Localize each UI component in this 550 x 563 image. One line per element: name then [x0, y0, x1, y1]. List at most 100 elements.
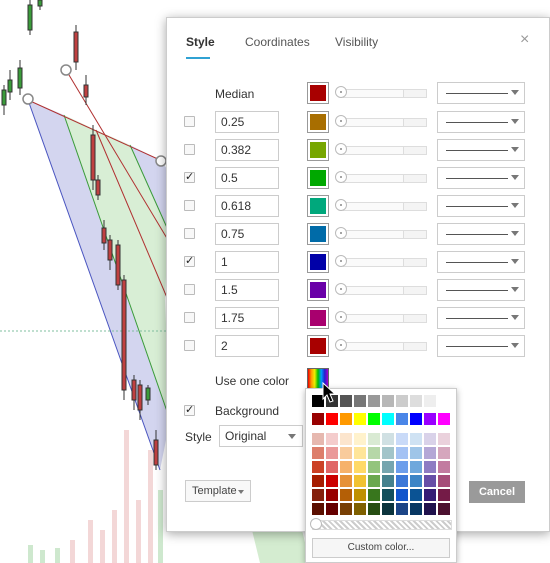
level-value-input[interactable]: 2 [215, 335, 279, 357]
tab-coordinates[interactable]: Coordinates [245, 35, 310, 49]
background-checkbox[interactable] [184, 403, 195, 416]
level-checkbox[interactable] [184, 170, 195, 183]
opacity-slider[interactable] [310, 518, 452, 530]
palette-color-cell[interactable] [326, 413, 338, 425]
palette-color-cell[interactable] [368, 413, 380, 425]
palette-color-cell[interactable] [438, 461, 450, 473]
palette-color-cell[interactable] [340, 489, 352, 501]
palette-color-cell[interactable] [382, 447, 394, 459]
palette-color-cell[interactable] [312, 461, 324, 473]
level-line-style-select[interactable] [437, 307, 525, 329]
palette-color-cell[interactable] [340, 395, 352, 407]
palette-color-cell[interactable] [326, 447, 338, 459]
custom-color-button[interactable]: Custom color... [312, 538, 450, 558]
palette-color-cell[interactable] [410, 461, 422, 473]
level-checkbox[interactable] [184, 200, 195, 211]
level-line-style-select[interactable] [437, 223, 525, 245]
level-width-slider[interactable] [335, 311, 427, 325]
palette-color-cell[interactable] [396, 461, 408, 473]
palette-color-cell[interactable] [396, 433, 408, 445]
palette-color-cell[interactable] [382, 433, 394, 445]
palette-color-cell[interactable] [354, 395, 366, 407]
palette-color-cell[interactable] [382, 475, 394, 487]
level-width-slider[interactable] [335, 171, 427, 185]
level-value-input[interactable]: 1.75 [215, 307, 279, 329]
level-color-swatch[interactable] [307, 251, 329, 273]
palette-color-cell[interactable] [382, 413, 394, 425]
level-value-input[interactable]: 0.5 [215, 167, 279, 189]
level-value-input[interactable]: 0.618 [215, 195, 279, 217]
palette-color-cell[interactable] [354, 433, 366, 445]
level-width-slider[interactable] [335, 115, 427, 129]
level-checkbox[interactable] [184, 340, 195, 351]
palette-color-cell[interactable] [354, 489, 366, 501]
level-value-input[interactable]: 0.75 [215, 223, 279, 245]
palette-color-cell[interactable] [396, 503, 408, 515]
tab-visibility[interactable]: Visibility [335, 35, 378, 49]
palette-color-cell[interactable] [396, 413, 408, 425]
palette-color-cell[interactable] [340, 413, 352, 425]
palette-color-cell[interactable] [312, 489, 324, 501]
level-line-style-select[interactable] [437, 251, 525, 273]
level-width-slider[interactable] [335, 255, 427, 269]
palette-color-cell[interactable] [410, 489, 422, 501]
level-line-style-select[interactable] [437, 195, 525, 217]
palette-color-cell[interactable] [354, 447, 366, 459]
level-color-swatch[interactable] [307, 223, 329, 245]
palette-color-cell[interactable] [424, 413, 436, 425]
level-width-slider[interactable] [335, 227, 427, 241]
palette-color-cell[interactable] [410, 413, 422, 425]
pitchfork-anchor[interactable] [60, 64, 72, 76]
level-line-style-select[interactable] [437, 335, 525, 357]
level-checkbox[interactable] [184, 254, 195, 267]
palette-color-cell[interactable] [368, 475, 380, 487]
level-checkbox[interactable] [184, 228, 195, 239]
palette-color-cell[interactable] [438, 413, 450, 425]
palette-color-cell[interactable] [340, 475, 352, 487]
palette-color-cell[interactable] [354, 413, 366, 425]
level-line-style-select[interactable] [437, 279, 525, 301]
level-value-input[interactable]: 0.25 [215, 111, 279, 133]
level-color-swatch[interactable] [307, 335, 329, 357]
level-width-slider[interactable] [335, 199, 427, 213]
palette-color-cell[interactable] [438, 433, 450, 445]
level-width-slider[interactable] [335, 339, 427, 353]
level-line-style-select[interactable] [437, 167, 525, 189]
palette-color-cell[interactable] [382, 461, 394, 473]
palette-color-cell[interactable] [326, 433, 338, 445]
level-color-swatch[interactable] [307, 279, 329, 301]
palette-color-cell[interactable] [382, 503, 394, 515]
palette-color-cell[interactable] [382, 489, 394, 501]
palette-color-cell[interactable] [424, 447, 436, 459]
tab-style[interactable]: Style [186, 35, 215, 49]
level-value-input[interactable]: 1.5 [215, 279, 279, 301]
palette-color-cell[interactable] [424, 461, 436, 473]
palette-color-cell[interactable] [312, 447, 324, 459]
palette-color-cell[interactable] [424, 395, 436, 407]
level-value-input[interactable]: 1 [215, 251, 279, 273]
palette-color-cell[interactable] [438, 447, 450, 459]
palette-color-cell[interactable] [340, 433, 352, 445]
palette-color-cell[interactable] [382, 395, 394, 407]
template-button[interactable]: Template [185, 480, 251, 502]
level-color-swatch[interactable] [307, 195, 329, 217]
palette-color-cell[interactable] [396, 489, 408, 501]
palette-color-cell[interactable] [368, 447, 380, 459]
palette-color-cell[interactable] [410, 433, 422, 445]
palette-color-cell[interactable] [312, 413, 324, 425]
palette-color-cell[interactable] [396, 395, 408, 407]
level-line-style-select[interactable] [437, 111, 525, 133]
level-color-swatch[interactable] [307, 139, 329, 161]
palette-color-cell[interactable] [438, 395, 450, 407]
palette-color-cell[interactable] [340, 447, 352, 459]
palette-color-cell[interactable] [340, 461, 352, 473]
level-value-input[interactable]: 0.382 [215, 139, 279, 161]
style-select[interactable]: Original [219, 425, 303, 447]
palette-color-cell[interactable] [326, 461, 338, 473]
level-checkbox[interactable] [184, 144, 195, 155]
level-color-swatch[interactable] [307, 167, 329, 189]
level-line-style-select[interactable] [437, 139, 525, 161]
palette-color-cell[interactable] [438, 489, 450, 501]
median-width-slider[interactable] [335, 86, 427, 100]
pitchfork-anchor[interactable] [155, 155, 167, 167]
